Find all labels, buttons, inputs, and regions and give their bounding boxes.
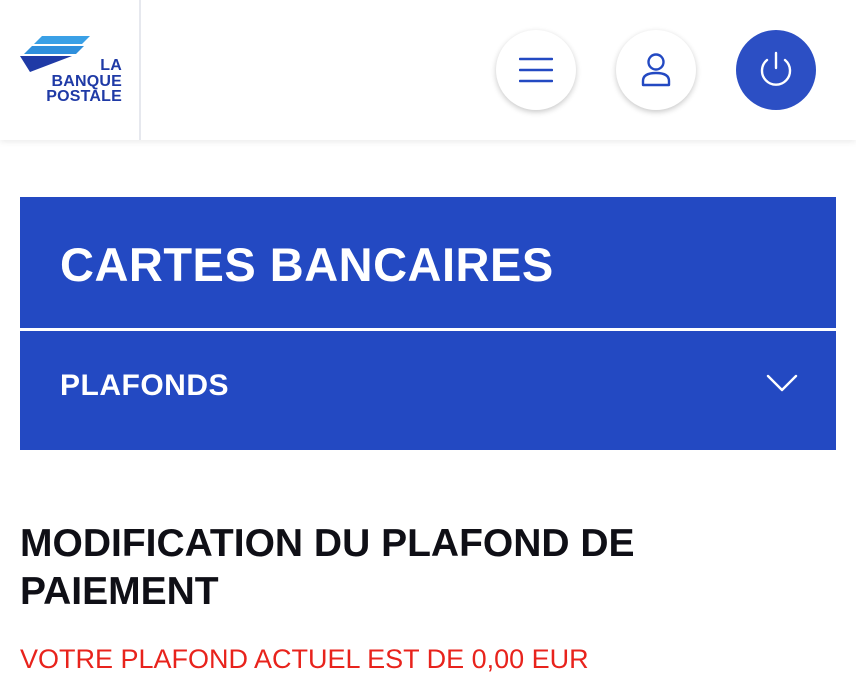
user-icon — [641, 53, 671, 87]
logout-button[interactable] — [736, 30, 816, 110]
plafonds-accordion[interactable]: PLAFONDS — [20, 331, 836, 450]
hamburger-menu-icon — [519, 57, 553, 83]
logo-line-3: POSTALE — [46, 88, 122, 105]
current-limit-text: VOTRE PLAFOND ACTUEL EST DE 0,00 EUR — [20, 644, 589, 674]
user-account-button[interactable] — [616, 30, 696, 110]
logo-line-2: BANQUE — [51, 72, 122, 90]
page-banner: CARTES BANCAIRES — [20, 197, 836, 328]
menu-button[interactable] — [496, 30, 576, 110]
app-header: LA BANQUE POSTALE — [0, 0, 856, 140]
logo-link[interactable]: LA BANQUE POSTALE — [0, 0, 141, 140]
section-heading: MODIFICATION DU PLAFOND DE PAIEMENT — [20, 522, 635, 613]
accordion-label: PLAFONDS — [60, 369, 229, 402]
chevron-down-icon — [766, 374, 798, 392]
logo-wordmark: LA BANQUE POSTALE — [32, 58, 122, 105]
logo-line-1: LA — [100, 57, 122, 74]
power-icon — [760, 51, 792, 86]
page-title: CARTES BANCAIRES — [60, 238, 554, 291]
